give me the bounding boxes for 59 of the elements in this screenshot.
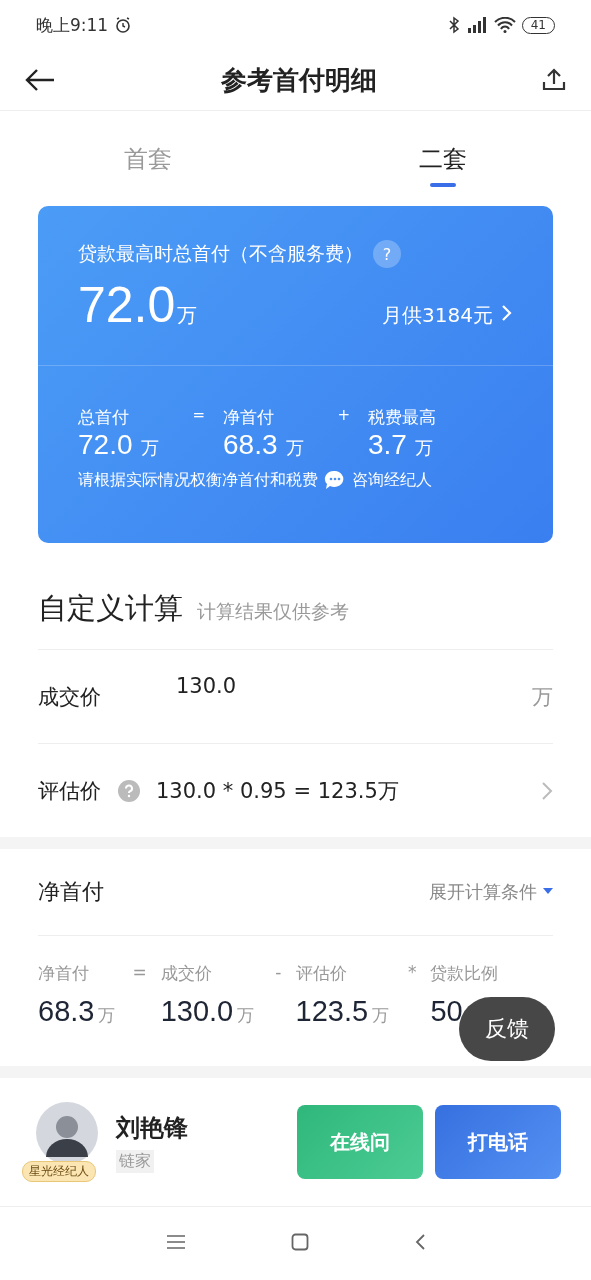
bluetooth-icon	[447, 16, 460, 34]
help-icon[interactable]: ?	[373, 240, 401, 268]
tab[interactable]: 首套	[0, 134, 296, 183]
summary-title: 贷款最高时总首付（不含服务费）	[78, 241, 363, 266]
menu-icon[interactable]	[165, 1234, 186, 1250]
row-label: 评估价	[38, 777, 102, 805]
term-value: 123.5	[295, 995, 369, 1028]
term-label: 净首付	[38, 962, 89, 985]
operator: =	[192, 406, 205, 426]
alarm-icon	[114, 16, 133, 34]
term-unit: 万	[237, 1005, 255, 1025]
term-unit: 万	[372, 1005, 390, 1025]
section-title: 净首付	[38, 878, 104, 906]
note-text: 请根据实际情况权衡净首付和税费	[78, 469, 318, 491]
part-value: 68.3	[223, 429, 278, 460]
term-label: 评估价	[295, 962, 347, 985]
wifi-icon	[493, 17, 516, 33]
operator: *	[407, 962, 417, 984]
section-title: 自定义计算	[38, 590, 183, 627]
expand-conditions-link[interactable]: 展开计算条件	[429, 880, 537, 904]
term-value: 130.0	[160, 995, 234, 1028]
section-subtitle: 计算结果仅供参考	[197, 599, 349, 624]
part-label: 净首付	[223, 406, 274, 429]
signal-icon	[465, 17, 488, 33]
call-button[interactable]: 打电话	[435, 1105, 561, 1179]
agent-name: 刘艳锋	[116, 1112, 188, 1144]
part-value: 72.0	[78, 429, 133, 460]
page-title: 参考首付明细	[220, 63, 377, 97]
part-unit: 万	[140, 437, 159, 458]
caret-icon	[543, 888, 553, 896]
home-icon[interactable]	[290, 1233, 309, 1251]
share-icon[interactable]	[541, 67, 567, 93]
status-time: 晚上9:11	[36, 13, 109, 37]
unit-label: 万	[532, 683, 553, 711]
company-tag: 链家	[116, 1149, 154, 1173]
part-label: 总首付	[78, 406, 129, 429]
chevron-icon	[501, 304, 513, 322]
operator: -	[275, 962, 282, 984]
appraisal-formula: 130.0 * 0.95 = 123.5万	[156, 777, 400, 805]
amount-unit: 万	[177, 302, 198, 329]
chat-button[interactable]: 在线问	[297, 1105, 423, 1179]
agent-badge: 星光经纪人	[22, 1161, 96, 1182]
monthly-payment-link[interactable]: 月供3184元	[382, 302, 493, 329]
part-unit: 万	[414, 437, 433, 458]
row-label: 成交价	[38, 683, 102, 711]
term-value: 68.3	[38, 995, 95, 1028]
avatar	[36, 1102, 98, 1164]
back-icon[interactable]	[24, 68, 56, 92]
term-label: 成交价	[160, 962, 212, 985]
total-amount: 72.0	[78, 276, 176, 334]
chat-bubble-icon	[324, 469, 346, 491]
part-value: 3.7	[368, 429, 407, 460]
part-label: 税费最高	[368, 406, 436, 429]
term-unit: 万	[98, 1005, 116, 1025]
operator: +	[337, 406, 350, 426]
operator: =	[132, 962, 147, 984]
term-label: 贷款比例	[430, 962, 499, 985]
part-unit: 万	[285, 437, 304, 458]
consult-agent-link[interactable]: 咨询经纪人	[352, 469, 432, 491]
